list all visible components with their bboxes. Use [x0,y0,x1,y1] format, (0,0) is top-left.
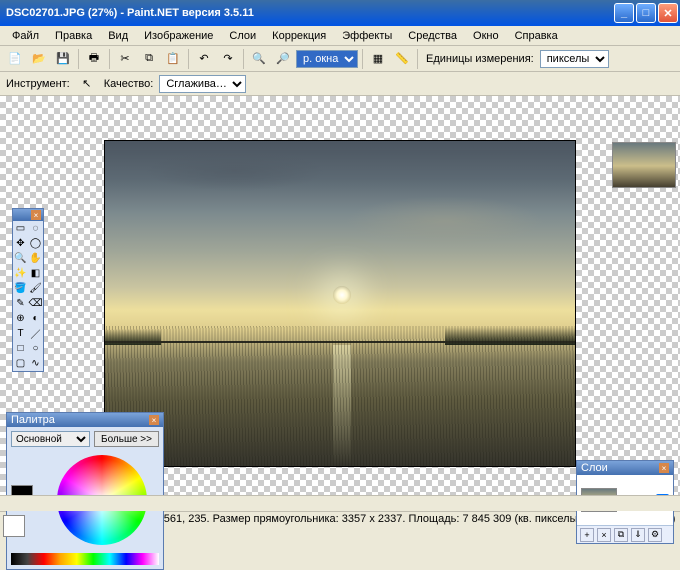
colors-title: Палитра [11,414,55,426]
open-button[interactable]: 📂 [28,48,50,70]
save-button[interactable]: 💾 [52,48,74,70]
colors-panel: Палитра × Основной Больше >> [6,412,164,570]
toolbox-panel: × ▭ ◌ ✥ ◯ 🔍 ✋ ✨ ◧ 🪣 🖌 ✎ ⌫ ⊕ ◐ T ／ □ ○ ▢ … [12,208,44,372]
maximize-button[interactable]: □ [636,3,656,23]
print-button[interactable]: 🖶 [83,48,105,70]
instrument-label: Инструмент: [6,78,70,90]
toolbox-titlebar[interactable]: × [13,209,43,221]
titlebar: DSC02701.JPG (27%) - Paint.NET версия 3.… [0,0,680,26]
zoom-out-button[interactable]: 🔎 [272,48,294,70]
close-icon[interactable]: × [149,415,159,425]
pan-tool[interactable]: ✋ [28,251,43,266]
image-content [333,286,351,304]
pencil-tool[interactable]: ✎ [13,296,28,311]
undo-button[interactable]: ↶ [193,48,215,70]
close-button[interactable]: ✕ [658,3,678,23]
layers-toolbar: + × ⧉ ⇓ ⚙ [577,525,673,543]
menubar: Файл Правка Вид Изображение Слои Коррекц… [0,26,680,46]
image-thumbnail[interactable] [612,142,676,188]
lasso-tool[interactable]: ◌ [28,221,43,236]
clone-tool[interactable]: ⊕ [13,311,28,326]
rect-select-tool[interactable]: ▭ [13,221,28,236]
menu-tools[interactable]: Средства [400,28,465,44]
brush-tool[interactable]: 🖌 [28,281,43,296]
menu-layers[interactable]: Слои [221,28,264,44]
bucket-tool[interactable]: 🪣 [13,281,28,296]
color-mode-select[interactable]: Основной [11,431,90,447]
menu-effects[interactable]: Эффекты [334,28,400,44]
paste-button[interactable]: 📋 [162,48,184,70]
delete-layer-button[interactable]: × [597,528,611,542]
main-toolbar: 📄 📂 💾 🖶 ✂ ⧉ 📋 ↶ ↷ 🔍 🔎 р. окна ▦ 📏 Единиц… [0,46,680,72]
ruler-button[interactable]: 📏 [391,48,413,70]
current-tool-icon[interactable]: ↖ [76,73,98,95]
menu-window[interactable]: Окно [465,28,507,44]
units-select[interactable]: пикселы [540,50,609,68]
zoom-tool[interactable]: 🔍 [13,251,28,266]
ellipse-select-tool[interactable]: ◯ [28,236,43,251]
new-button[interactable]: 📄 [4,48,26,70]
quality-label: Качество: [104,78,154,90]
menu-view[interactable]: Вид [100,28,136,44]
horizontal-scrollbar[interactable] [0,495,680,511]
merge-layer-button[interactable]: ⇓ [631,528,645,542]
magic-wand-tool[interactable]: ✨ [13,266,28,281]
close-icon[interactable]: × [659,463,669,473]
text-tool[interactable]: T [13,326,28,341]
redo-button[interactable]: ↷ [217,48,239,70]
window-controls: _ □ ✕ [614,3,678,23]
move-tool[interactable]: ✥ [13,236,28,251]
layer-props-button[interactable]: ⚙ [648,528,662,542]
menu-file[interactable]: Файл [4,28,47,44]
copy-button[interactable]: ⧉ [138,48,160,70]
menu-edit[interactable]: Правка [47,28,100,44]
grid-button[interactable]: ▦ [367,48,389,70]
image-content [145,151,325,191]
rect-tool[interactable]: □ [13,341,28,356]
tool-options-bar: Инструмент: ↖ Качество: Сглажива… [0,72,680,96]
image-content [105,326,575,466]
close-icon[interactable]: × [31,210,41,220]
zoom-in-button[interactable]: 🔍 [248,48,270,70]
more-button[interactable]: Больше >> [94,431,159,447]
line-tool[interactable]: ／ [28,326,43,341]
colors-titlebar[interactable]: Палитра × [7,413,163,427]
image-canvas[interactable] [105,141,575,466]
secondary-color-swatch[interactable] [3,515,25,537]
freeform-tool[interactable]: ∿ [28,356,43,371]
eraser-tool[interactable]: ⌫ [28,296,43,311]
quality-select[interactable]: Сглажива… [159,75,246,93]
minimize-button[interactable]: _ [614,3,634,23]
spectrum-strip[interactable] [11,553,159,565]
units-label: Единицы измерения: [422,53,538,65]
rounded-rect-tool[interactable]: ▢ [13,356,28,371]
cut-button[interactable]: ✂ [114,48,136,70]
menu-adjust[interactable]: Коррекция [264,28,334,44]
ellipse-tool[interactable]: ○ [28,341,43,356]
menu-help[interactable]: Справка [507,28,566,44]
layers-titlebar[interactable]: Слои × [577,461,673,475]
recolor-tool[interactable]: ◐ [28,311,43,326]
layers-title: Слои [581,462,608,474]
duplicate-layer-button[interactable]: ⧉ [614,528,628,542]
menu-image[interactable]: Изображение [136,28,221,44]
add-layer-button[interactable]: + [580,528,594,542]
zoom-select[interactable]: р. окна [296,50,358,68]
gradient-tool[interactable]: ◧ [28,266,43,281]
window-title: DSC02701.JPG (27%) - Paint.NET версия 3.… [6,7,614,19]
canvas-area: × ▭ ◌ ✥ ◯ 🔍 ✋ ✨ ◧ 🪣 🖌 ✎ ⌫ ⊕ ◐ T ／ □ ○ ▢ … [0,96,680,511]
image-content [345,196,545,246]
